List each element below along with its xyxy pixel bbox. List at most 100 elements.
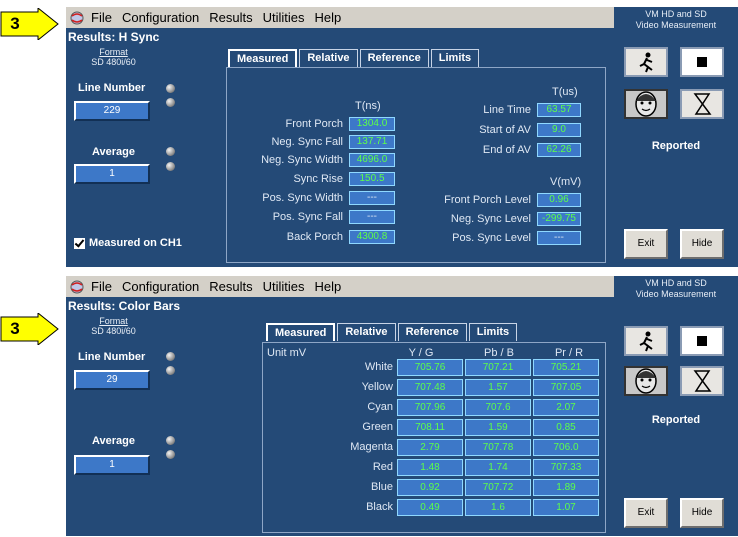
pos-sync-level-value: --- xyxy=(537,231,581,245)
line-number-label: Line Number xyxy=(78,82,146,94)
format-value: SD 480i/60 xyxy=(91,57,136,67)
line-number-radio-2[interactable] xyxy=(166,98,175,107)
green-yg-value: 708.11 xyxy=(397,419,463,436)
row-green-label: Green xyxy=(362,421,393,433)
start-of-av-value: 9.0 xyxy=(537,123,581,137)
hsync-window: File Configuration Results Utilities Hel… xyxy=(66,7,738,267)
back-porch-value: 4300.8 xyxy=(349,230,395,244)
tab-bar: Measured Relative Reference Limits xyxy=(266,323,519,341)
menu-bar: File Configuration Results Utilities Hel… xyxy=(66,7,614,28)
pos-sync-width-value: --- xyxy=(349,191,395,205)
menu-help[interactable]: Help xyxy=(315,279,342,294)
start-of-av-label: Start of AV xyxy=(479,124,531,136)
average-radio-1[interactable] xyxy=(166,147,175,156)
end-of-av-value: 62.26 xyxy=(537,143,581,157)
tab-relative[interactable]: Relative xyxy=(299,49,358,67)
red-pbb-value: 1.74 xyxy=(465,459,531,476)
red-yg-value: 1.48 xyxy=(397,459,463,476)
yellow-prr-value: 707.05 xyxy=(533,379,599,396)
front-porch-level-value: 0.96 xyxy=(537,193,581,207)
format-label: Format xyxy=(99,316,128,326)
format-value: SD 480i/60 xyxy=(91,326,136,336)
tab-reference[interactable]: Reference xyxy=(359,49,429,67)
menu-configuration[interactable]: Configuration xyxy=(122,10,199,25)
line-number-input[interactable]: 229 xyxy=(74,101,150,121)
yellow-pbb-value: 1.57 xyxy=(465,379,531,396)
app-title-line1: VM HD and SD xyxy=(645,9,707,19)
menu-results[interactable]: Results xyxy=(209,10,252,25)
callout-arrow: 3 xyxy=(0,313,66,345)
running-man-icon xyxy=(639,331,653,352)
hourglass-button[interactable] xyxy=(680,89,724,119)
white-pbb-value: 707.21 xyxy=(465,359,531,376)
hide-button[interactable]: Hide xyxy=(680,498,724,528)
run-button[interactable] xyxy=(624,326,668,356)
green-pbb-value: 1.59 xyxy=(465,419,531,436)
menu-results[interactable]: Results xyxy=(209,279,252,294)
white-yg-value: 705.76 xyxy=(397,359,463,376)
tab-limits[interactable]: Limits xyxy=(430,49,480,67)
yellow-yg-value: 707.48 xyxy=(397,379,463,396)
line-time-value: 63.57 xyxy=(537,103,581,117)
unit-label: Unit mV xyxy=(267,347,307,359)
menu-configuration[interactable]: Configuration xyxy=(122,279,199,294)
color-bars-results-panel: Unit mV Y / G Pb / B Pr / R White 705.76… xyxy=(262,342,606,533)
stop-button[interactable] xyxy=(680,47,724,77)
average-radio-1[interactable] xyxy=(166,436,175,445)
app-title: VM HD and SD Video Measurement xyxy=(614,278,738,300)
menu-file[interactable]: File xyxy=(91,10,112,25)
stop-button[interactable] xyxy=(680,326,724,356)
neg-sync-fall-label: Neg. Sync Fall xyxy=(271,136,343,148)
sync-rise-label: Sync Rise xyxy=(293,173,343,185)
front-porch-label: Front Porch xyxy=(285,118,343,130)
checkbox-check-icon xyxy=(74,237,85,249)
menu-bar: File Configuration Results Utilities Hel… xyxy=(66,276,614,297)
neg-sync-width-value: 4696.0 xyxy=(349,153,395,167)
col-header-yg: Y / G xyxy=(408,347,434,359)
line-number-radio-1[interactable] xyxy=(166,352,175,361)
average-radio-2[interactable] xyxy=(166,450,175,459)
tab-measured[interactable]: Measured xyxy=(228,49,298,67)
line-number-radio-2[interactable] xyxy=(166,366,175,375)
tab-limits[interactable]: Limits xyxy=(468,323,518,341)
line-number-input[interactable]: 29 xyxy=(74,370,150,390)
stop-icon xyxy=(697,57,707,67)
tab-relative[interactable]: Relative xyxy=(337,323,396,341)
menu-utilities[interactable]: Utilities xyxy=(263,279,305,294)
right-panel: VM HD and SD Video Measurement Reported … xyxy=(614,7,738,267)
measured-on-checkbox[interactable]: Measured on CH1 xyxy=(74,237,182,249)
menu-utilities[interactable]: Utilities xyxy=(263,10,305,25)
black-yg-value: 0.49 xyxy=(397,499,463,516)
black-prr-value: 1.07 xyxy=(533,499,599,516)
cyan-prr-value: 2.07 xyxy=(533,399,599,416)
run-button[interactable] xyxy=(624,47,668,77)
face-button[interactable] xyxy=(624,366,668,396)
end-of-av-label: End of AV xyxy=(482,144,531,156)
magenta-pbb-value: 707.78 xyxy=(465,439,531,456)
exit-button[interactable]: Exit xyxy=(624,498,668,528)
exit-button[interactable]: Exit xyxy=(624,229,668,259)
menu-help[interactable]: Help xyxy=(315,10,342,25)
col-header-tus: T(us) xyxy=(552,86,578,98)
hsync-results-panel: T(ns) T(us) V(mV) Front Porch 1304.0 Neg… xyxy=(226,67,606,263)
neg-sync-width-label: Neg. Sync Width xyxy=(261,154,343,166)
average-radio-2[interactable] xyxy=(166,162,175,171)
face-button[interactable] xyxy=(624,89,668,119)
tab-reference[interactable]: Reference xyxy=(397,323,467,341)
row-black-label: Black xyxy=(366,501,393,513)
row-magenta-label: Magenta xyxy=(350,441,393,453)
hourglass-button[interactable] xyxy=(680,366,724,396)
hide-button[interactable]: Hide xyxy=(680,229,724,259)
menu-file[interactable]: File xyxy=(91,279,112,294)
magenta-prr-value: 706.0 xyxy=(533,439,599,456)
results-title: Results: H Sync xyxy=(68,30,160,44)
running-man-icon xyxy=(639,52,653,73)
line-number-radio-1[interactable] xyxy=(166,84,175,93)
left-panel: Results: Color Bars Format SD 480i/60 Li… xyxy=(66,297,214,536)
col-header-pbb: Pb / B xyxy=(484,347,514,359)
face-icon xyxy=(635,91,657,117)
tab-measured[interactable]: Measured xyxy=(266,323,336,341)
row-white-label: White xyxy=(364,361,393,373)
average-input[interactable]: 1 xyxy=(74,455,150,475)
average-input[interactable]: 1 xyxy=(74,164,150,184)
